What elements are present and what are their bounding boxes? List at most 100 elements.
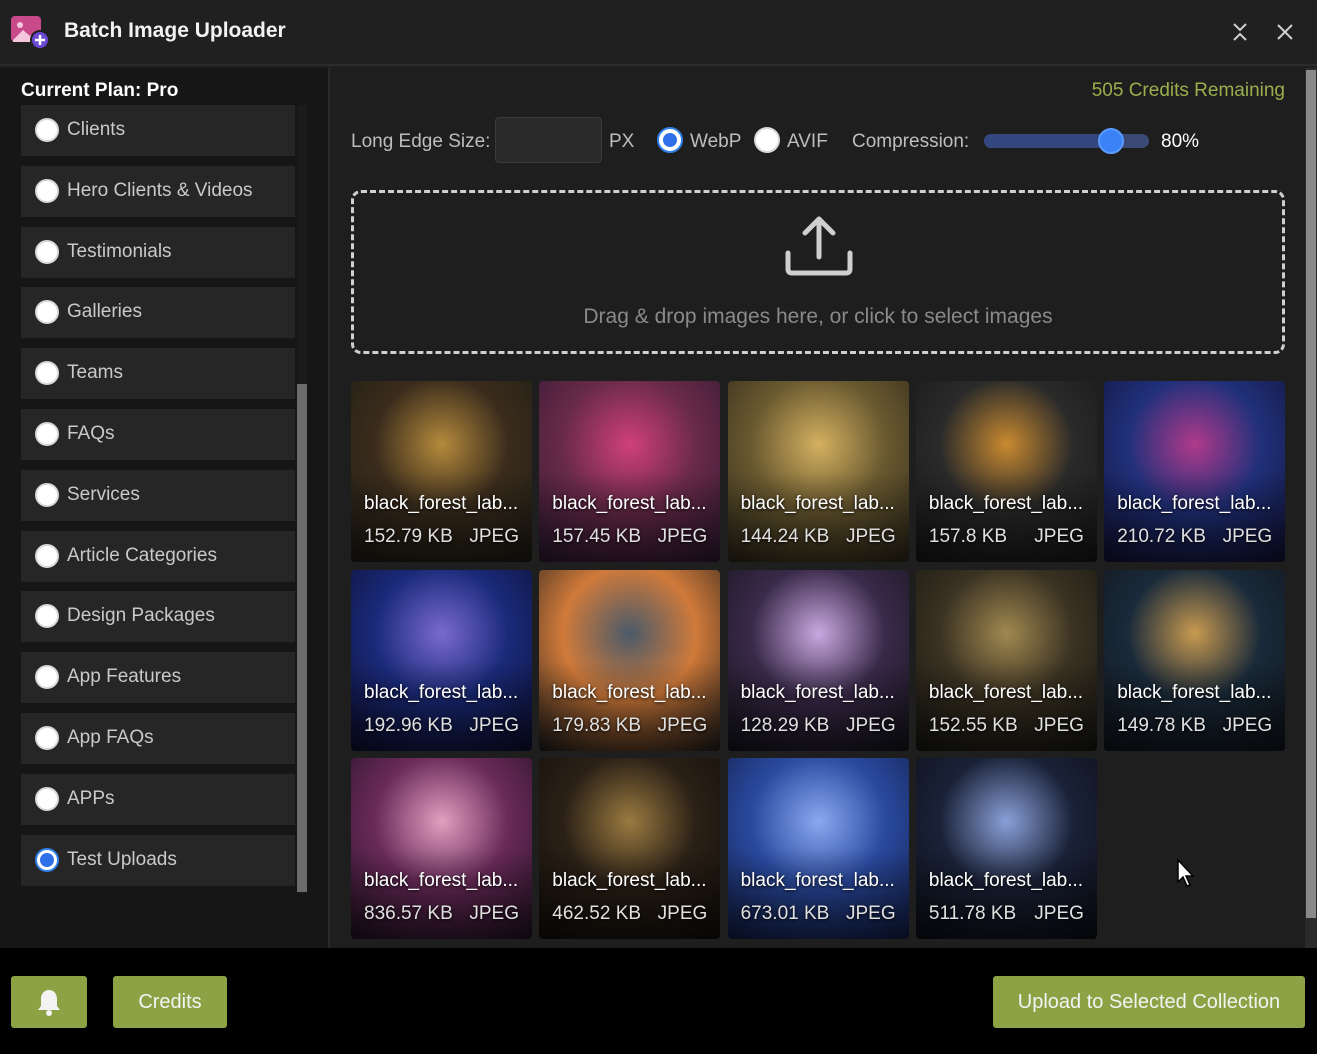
collection-radio[interactable] bbox=[35, 239, 59, 264]
image-thumbnail[interactable]: black_forest_lab... 192.96 KB JPEG bbox=[351, 569, 532, 751]
avif-label[interactable]: AVIF bbox=[787, 131, 828, 153]
image-thumbnail[interactable]: black_forest_lab... 673.01 KB JPEG bbox=[727, 758, 909, 939]
image-filename: black_forest_lab... bbox=[1117, 493, 1272, 514]
compression-slider[interactable] bbox=[984, 128, 1149, 154]
collection-radio[interactable] bbox=[35, 422, 59, 446]
image-format: JPEG bbox=[469, 903, 519, 924]
image-thumbnail[interactable]: black_forest_lab... 152.79 KB JPEG bbox=[351, 381, 532, 562]
image-filesize: 462.52 KB bbox=[552, 903, 642, 924]
thumbnail-shade bbox=[915, 849, 1097, 939]
collection-item[interactable]: Teams bbox=[21, 348, 295, 400]
bell-icon bbox=[38, 990, 60, 1016]
current-plan-label: Current Plan: Pro bbox=[21, 80, 179, 101]
compression-value: 80% bbox=[1161, 131, 1200, 152]
notifications-button[interactable] bbox=[11, 976, 87, 1028]
image-dropzone[interactable]: Drag & drop images here, or click to sel… bbox=[351, 190, 1285, 354]
credits-button[interactable]: Credits bbox=[113, 976, 227, 1028]
main-scrollbar-thumb[interactable] bbox=[1306, 70, 1316, 918]
collection-item[interactable]: Design Packages bbox=[21, 591, 295, 643]
image-filesize: 157.45 KB bbox=[552, 526, 642, 547]
collapse-icon bbox=[1233, 23, 1247, 41]
thumbnail-shade bbox=[727, 472, 909, 562]
compression-slider-fill bbox=[984, 134, 1116, 148]
collection-radio[interactable] bbox=[35, 178, 59, 203]
collection-radio[interactable] bbox=[35, 847, 59, 872]
long-edge-size-input[interactable] bbox=[495, 117, 602, 163]
image-filesize: 128.29 KB bbox=[740, 714, 830, 736]
image-format: JPEG bbox=[845, 903, 896, 924]
image-thumbnail[interactable]: black_forest_lab... 152.55 KB JPEG bbox=[915, 569, 1097, 751]
image-thumbnail[interactable]: black_forest_lab... 210.72 KB JPEG bbox=[1104, 381, 1286, 562]
collection-radio[interactable] bbox=[35, 543, 59, 568]
collection-item[interactable]: Testimonials bbox=[21, 226, 295, 278]
collection-radio[interactable] bbox=[35, 786, 59, 811]
image-thumbnail[interactable]: black_forest_lab... 179.83 KB JPEG bbox=[539, 569, 721, 751]
collection-radio[interactable] bbox=[35, 118, 59, 142]
collection-label: Design Packages bbox=[67, 605, 215, 627]
collection-item[interactable]: App Features bbox=[21, 652, 295, 704]
collection-radio[interactable] bbox=[35, 726, 59, 750]
collection-radio[interactable] bbox=[35, 604, 59, 629]
image-thumbnail[interactable]: black_forest_lab... 144.24 KB JPEG bbox=[727, 381, 909, 562]
collection-radio[interactable] bbox=[35, 300, 59, 325]
image-filename: black_forest_lab... bbox=[364, 493, 519, 514]
image-thumbnail[interactable]: black_forest_lab... 511.78 KB JPEG bbox=[915, 758, 1097, 939]
thumbnail-shade bbox=[351, 660, 532, 751]
image-filename: black_forest_lab... bbox=[552, 681, 707, 703]
image-thumbnail[interactable]: black_forest_lab... 128.29 KB JPEG bbox=[727, 569, 909, 751]
main-panel: 505 Credits Remaining Long Edge Size: PX… bbox=[332, 68, 1317, 948]
image-format: JPEG bbox=[469, 714, 519, 736]
collection-radio[interactable] bbox=[35, 361, 59, 386]
avif-radio[interactable] bbox=[754, 127, 780, 153]
upload-to-collection-button[interactable]: Upload to Selected Collection bbox=[993, 976, 1305, 1028]
image-format: JPEG bbox=[1034, 714, 1084, 736]
title-bar: Batch Image Uploader bbox=[0, 0, 1317, 66]
credits-remaining: 505 Credits Remaining bbox=[1091, 80, 1285, 101]
collections-sidebar: Current Plan: Pro Clients Hero Clients & … bbox=[0, 68, 330, 948]
collection-item[interactable]: Galleries bbox=[21, 287, 295, 339]
collection-item[interactable]: Services bbox=[21, 469, 295, 521]
image-format: JPEG bbox=[1222, 526, 1273, 547]
collection-label: Teams bbox=[67, 362, 123, 384]
webp-label[interactable]: WebP bbox=[690, 131, 741, 153]
image-filename: black_forest_lab... bbox=[364, 870, 519, 891]
sidebar-scrollbar-thumb[interactable] bbox=[297, 384, 307, 892]
collection-label: App FAQs bbox=[67, 727, 154, 748]
image-thumbnail[interactable]: black_forest_lab... 836.57 KB JPEG bbox=[351, 758, 532, 939]
collection-item[interactable]: FAQs bbox=[21, 409, 295, 460]
collection-item[interactable]: APPs bbox=[21, 773, 295, 825]
collection-item[interactable]: Article Categories bbox=[21, 530, 295, 582]
image-thumbnail[interactable]: black_forest_lab... 462.52 KB JPEG bbox=[539, 758, 721, 939]
image-thumbnail[interactable]: black_forest_lab... 149.78 KB JPEG bbox=[1104, 569, 1286, 751]
collection-item[interactable]: Test Uploads bbox=[21, 834, 295, 886]
collection-label: Article Categories bbox=[67, 544, 217, 566]
long-edge-label: Long Edge Size: bbox=[351, 131, 491, 152]
collapse-window-button[interactable] bbox=[1225, 16, 1255, 48]
compression-slider-thumb[interactable] bbox=[1098, 128, 1125, 154]
thumbnail-shade bbox=[539, 849, 721, 939]
image-filesize: 673.01 KB bbox=[740, 903, 830, 924]
collection-item[interactable]: Hero Clients & Videos bbox=[21, 165, 295, 217]
collection-radio[interactable] bbox=[35, 665, 59, 690]
collection-item[interactable]: Clients bbox=[21, 105, 295, 156]
image-filename: black_forest_lab... bbox=[928, 681, 1084, 703]
collection-label: Testimonials bbox=[67, 240, 172, 262]
image-filename: black_forest_lab... bbox=[928, 870, 1084, 891]
collection-radio[interactable] bbox=[35, 482, 59, 507]
image-grid: black_forest_lab... 152.79 KB JPEG black_fo… bbox=[351, 381, 1286, 939]
image-thumbnail[interactable]: black_forest_lab... 157.8 KB JPEG bbox=[915, 381, 1097, 562]
webp-radio[interactable] bbox=[657, 127, 683, 153]
thumbnail-shade bbox=[351, 472, 532, 562]
collection-item[interactable]: App FAQs bbox=[21, 713, 295, 764]
image-filesize: 836.57 KB bbox=[364, 903, 453, 924]
thumbnail-shade bbox=[727, 849, 909, 939]
collection-label: FAQs bbox=[67, 423, 115, 444]
collection-list: Clients Hero Clients & Videos Testimonials… bbox=[21, 105, 296, 895]
close-window-button[interactable] bbox=[1270, 16, 1300, 48]
image-add-icon bbox=[11, 16, 50, 50]
image-format: JPEG bbox=[1034, 903, 1084, 924]
collection-label: Clients bbox=[67, 119, 126, 140]
image-thumbnail[interactable]: black_forest_lab... 157.45 KB JPEG bbox=[539, 381, 721, 562]
footer-bar: Credits Upload to Selected Collection bbox=[0, 948, 1317, 1054]
image-filename: black_forest_lab... bbox=[740, 870, 895, 891]
